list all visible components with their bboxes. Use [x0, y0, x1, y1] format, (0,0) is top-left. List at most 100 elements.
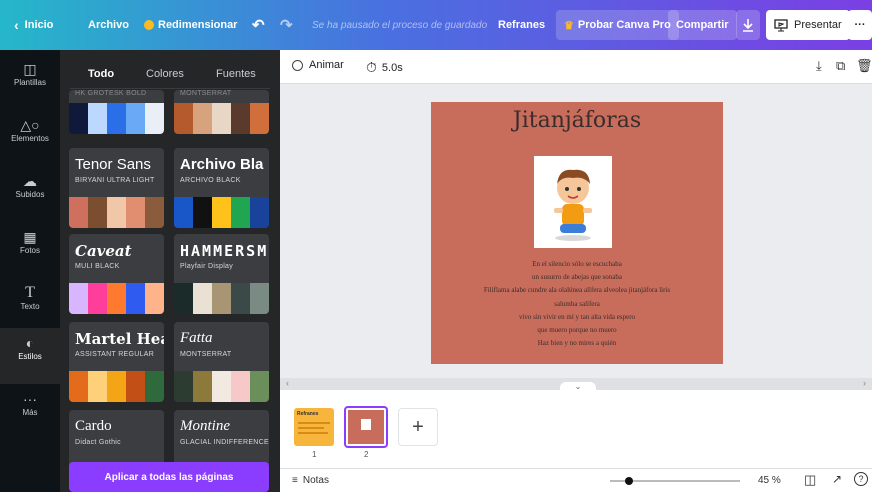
style-tile-title: HAMMERSM: [180, 242, 269, 260]
style-tile-subtitle: MULI BLACK: [75, 263, 120, 270]
resize-label: Redimensionar: [158, 19, 238, 31]
scroll-left-icon[interactable]: ‹: [286, 378, 289, 388]
duplicate-page-icon[interactable]: ⧉: [836, 58, 845, 74]
color-swatches: [174, 103, 269, 134]
home-button[interactable]: ‹ Inicio: [14, 0, 53, 50]
document-title[interactable]: Refranes: [498, 0, 545, 50]
try-pro-button[interactable]: ♛ Probar Canva Pro: [556, 10, 679, 40]
editor-toolbar: Animar ⏱ 5.0s ⤓ ⧉ 🗑: [280, 50, 872, 84]
rail-label: Estilos: [18, 352, 42, 361]
rail-item-uploads[interactable]: ☁ Subidos: [0, 166, 60, 222]
page-view-icon[interactable]: ◫: [804, 472, 816, 488]
template-icon: ◫: [23, 61, 37, 77]
tab-colors[interactable]: Colores: [146, 68, 184, 80]
child-illustration[interactable]: [534, 156, 612, 248]
rail-label: Plantillas: [13, 78, 46, 87]
swatch: [193, 197, 212, 228]
thumbnail-graphic: [298, 432, 328, 434]
page-number: 2: [364, 450, 369, 459]
bottom-bar: ≡ Notas 45 % ◫ ↗ ?: [280, 468, 872, 492]
animate-button[interactable]: Animar: [292, 59, 344, 71]
page-thumbnail-selected[interactable]: [344, 406, 388, 448]
style-tile[interactable]: Archivo Bla ARCHIVO BLACK: [174, 148, 269, 228]
poem-text[interactable]: En el silencio sólo se escuchaba un susu…: [431, 258, 723, 350]
style-tile[interactable]: Tenor Sans BIRYANI ULTRA LIGHT: [69, 148, 164, 228]
swatch: [250, 283, 269, 314]
swatch: [212, 283, 231, 314]
style-tile[interactable]: MONTSERRAT: [174, 90, 269, 134]
style-tile-subtitle: ASSISTANT REGULAR: [75, 351, 155, 358]
style-tile[interactable]: HAMMERSM Playfair Display: [174, 234, 269, 314]
style-tile[interactable]: HK GROTESK BOLD: [69, 90, 164, 134]
rail-item-more[interactable]: ··· Más: [0, 384, 60, 440]
color-swatches: [174, 371, 269, 402]
style-tile[interactable]: Fatta MONTSERRAT: [174, 322, 269, 402]
thumbnail-page: [348, 410, 384, 444]
style-tile-title: Fatta: [180, 330, 213, 346]
swatch: [193, 283, 212, 314]
rail-item-elements[interactable]: △○ Elementos: [0, 110, 60, 166]
help-icon[interactable]: ?: [854, 472, 868, 486]
design-page[interactable]: Jitanjáforas En el silencio sólo se escu…: [431, 102, 723, 364]
zoom-level[interactable]: 45 %: [758, 475, 781, 486]
swatch: [174, 283, 193, 314]
present-icon: [774, 19, 788, 32]
present-button[interactable]: Presentar: [766, 10, 850, 40]
swatch: [88, 371, 107, 402]
color-swatches: [174, 197, 269, 228]
zoom-slider[interactable]: [610, 477, 740, 485]
styles-icon: ◐: [25, 335, 35, 351]
add-page-button[interactable]: +: [398, 408, 438, 446]
style-tile-subtitle: MONTSERRAT: [180, 90, 232, 97]
swatch: [193, 103, 212, 134]
file-menu[interactable]: Archivo: [88, 0, 129, 50]
style-tile[interactable]: Caveat MULI BLACK: [69, 234, 164, 314]
share-button[interactable]: Compartir: [668, 10, 737, 40]
download-icon[interactable]: [736, 10, 760, 40]
swatch: [88, 103, 107, 134]
tab-fonts[interactable]: Fuentes: [216, 68, 256, 80]
swatch: [145, 371, 164, 402]
rail-item-text[interactable]: T Texto: [0, 278, 60, 334]
rail-item-styles[interactable]: ◐ Estilos: [0, 328, 60, 384]
style-tile-title: Caveat: [75, 242, 132, 260]
crown-icon: ♛: [564, 19, 574, 32]
zoom-slider-handle[interactable]: [625, 477, 633, 485]
poem-line: En el silencio sólo se escuchaba: [532, 260, 622, 268]
swatch: [250, 371, 269, 402]
notes-button[interactable]: ≡ Notas: [292, 475, 329, 486]
swatch: [231, 371, 250, 402]
page-thumbnail[interactable]: Refranes: [294, 408, 334, 446]
page-title[interactable]: Jitanjáforas: [431, 108, 723, 133]
scroll-right-icon[interactable]: ›: [863, 378, 866, 388]
more-options-button[interactable]: ···: [848, 10, 872, 40]
notes-icon: ≡: [292, 475, 298, 486]
tab-all[interactable]: Todo: [88, 68, 114, 80]
swatch: [69, 197, 88, 228]
style-tile[interactable]: Martel Heav ASSISTANT REGULAR: [69, 322, 164, 402]
apply-to-all-pages-button[interactable]: Aplicar a todas las páginas: [69, 462, 269, 492]
side-rail: ◫ Plantillas △○ Elementos ☁ Subidos ▦ Fo…: [0, 50, 60, 492]
rail-item-photos[interactable]: ▦ Fotos: [0, 222, 60, 278]
style-tile-title: Tenor Sans: [75, 156, 151, 173]
undo-icon[interactable]: ↶: [252, 0, 265, 50]
swatch: [126, 283, 145, 314]
thumbnail-photo: [361, 419, 371, 430]
resize-button[interactable]: Redimensionar: [144, 0, 237, 50]
style-tile-subtitle: Didact Gothic: [75, 439, 121, 446]
duration-label: 5.0s: [381, 61, 403, 74]
swatch: [126, 197, 145, 228]
color-swatches: [69, 103, 164, 134]
swatch: [107, 283, 126, 314]
duration-button[interactable]: ⏱ 5.0s: [366, 59, 403, 76]
notes-label: Notas: [302, 475, 329, 486]
swatch: [193, 371, 212, 402]
redo-icon[interactable]: ↷: [280, 0, 293, 50]
add-page-icon[interactable]: ⤓: [816, 58, 822, 74]
tab-divider: [70, 88, 270, 89]
rail-item-templates[interactable]: ◫ Plantillas: [0, 54, 60, 110]
fullscreen-icon[interactable]: ↗: [832, 472, 842, 486]
animate-label: Animar: [309, 59, 344, 71]
trash-icon[interactable]: 🗑: [856, 58, 872, 74]
poem-line: un susurro de abejas que sonaba: [531, 273, 622, 282]
